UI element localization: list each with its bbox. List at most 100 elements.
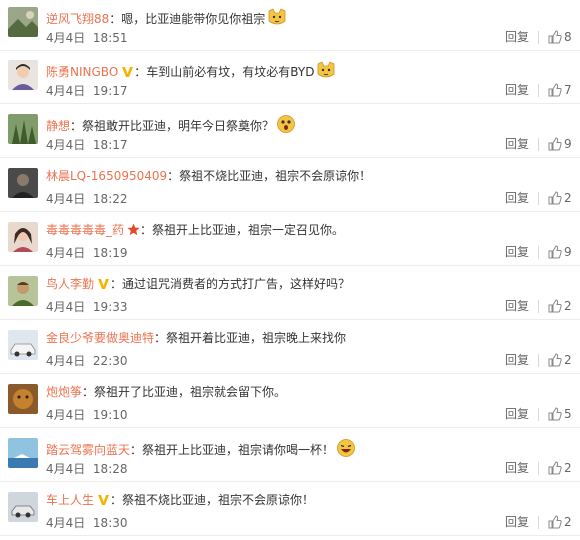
like-button[interactable]: 7 (548, 82, 572, 98)
comment-row: 陈勇NINGBO ：车到山前必有坟，有坟必有BYD 4月4日 19:17 回复 7 (0, 53, 580, 104)
username[interactable]: 林晨LQ-1650950409 (46, 169, 167, 183)
comment-time: 18:51 (92, 31, 128, 45)
comment-text: 祭祖不烧比亚迪，祖宗不会原谅你！ (122, 493, 315, 507)
cat-face-emoji-icon (316, 60, 336, 84)
like-button[interactable]: 2 (548, 298, 572, 314)
divider (538, 516, 539, 529)
comment-time: 19:33 (92, 300, 128, 314)
avatar[interactable] (8, 384, 38, 414)
like-button[interactable]: 9 (548, 136, 572, 152)
comment-text: 祭祖不烧比亚迪，祖宗不会原谅你！ (179, 169, 372, 183)
avatar[interactable] (8, 438, 38, 468)
divider (538, 300, 539, 313)
reply-button[interactable]: 回复 (505, 353, 529, 367)
like-button[interactable]: 2 (548, 514, 572, 530)
divider (538, 84, 539, 97)
username[interactable]: 踏云驾雾向蓝天 (46, 443, 130, 457)
thumbs-up-icon (548, 83, 562, 97)
comment-row: 金良少爷要做奥迪特：祭祖开着比亚迪，祖宗晚上来找你 4月4日 22:30 回复 … (0, 323, 580, 374)
comment-list: 逆风飞翔88：嗯，比亚迪能带你见你祖宗 4月4日 18:51 回复 8 陈勇NI… (0, 0, 580, 540)
comment-text: 车到山前必有坟，有坟必有BYD (146, 65, 315, 79)
vip-badge-icon (97, 277, 110, 294)
divider (538, 462, 539, 475)
thumbs-up-icon (548, 137, 562, 151)
comment-row: 踏云驾雾向蓝天：祭祖开上比亚迪，祖宗请你喝一杯！ 4月4日 18:28 回复 2 (0, 431, 580, 482)
comment-date: 4月4日 (46, 192, 86, 206)
comment-date: 4月4日 (46, 31, 86, 45)
vip-badge-icon (97, 493, 110, 510)
avatar[interactable] (8, 330, 38, 360)
like-count: 2 (564, 299, 572, 313)
thumbs-up-icon (548, 299, 562, 313)
avatar[interactable] (8, 492, 38, 522)
comment-text: 祭祖敢开比亚迪，明年今日祭奠你？ (82, 119, 275, 133)
like-count: 2 (564, 461, 572, 475)
comment-row: 逆风飞翔88：嗯，比亚迪能带你见你祖宗 4月4日 18:51 回复 8 (0, 0, 580, 51)
thumbs-up-icon (548, 515, 562, 529)
comment-date: 4月4日 (46, 138, 86, 152)
comment-date: 4月4日 (46, 84, 86, 98)
comment-date: 4月4日 (46, 462, 86, 476)
comment-time: 18:30 (92, 516, 128, 530)
comment-date: 4月4日 (46, 516, 86, 530)
username[interactable]: 逆风飞翔88 (46, 12, 109, 26)
username[interactable]: 金良少爷要做奥迪特 (46, 331, 154, 345)
comment-text: 祭祖开上比亚迪，祖宗请你喝一杯！ (142, 443, 335, 457)
reply-button[interactable]: 回复 (505, 30, 529, 44)
reply-button[interactable]: 回复 (505, 191, 529, 205)
thumbs-up-icon (548, 461, 562, 475)
cat-face-emoji-icon (267, 7, 287, 31)
reply-button[interactable]: 回复 (505, 245, 529, 259)
like-count: 9 (564, 245, 572, 259)
comment-text: 嗯，比亚迪能带你见你祖宗 (121, 12, 266, 26)
reply-button[interactable]: 回复 (505, 515, 529, 529)
like-button[interactable]: 2 (548, 460, 572, 476)
like-button[interactable]: 5 (548, 406, 572, 422)
reply-button[interactable]: 回复 (505, 299, 529, 313)
comment-row: 林晨LQ-1650950409：祭祖不烧比亚迪，祖宗不会原谅你！ 4月4日 18… (0, 161, 580, 212)
reply-button[interactable]: 回复 (505, 461, 529, 475)
username[interactable]: 鸟人李勤 (46, 277, 94, 291)
username[interactable]: 陈勇NINGBO (46, 65, 118, 79)
avatar[interactable] (8, 60, 38, 90)
like-button[interactable]: 2 (548, 190, 572, 206)
comment-time: 18:17 (92, 138, 128, 152)
comment-text: 祭祖开着比亚迪，祖宗晚上来找你 (166, 331, 347, 345)
like-button[interactable]: 2 (548, 352, 572, 368)
comment-text: 祭祖开上比亚迪，祖宗一定召见你。 (152, 223, 345, 237)
like-count: 2 (564, 515, 572, 529)
avatar[interactable] (8, 7, 38, 37)
comment-date: 4月4日 (46, 300, 86, 314)
username[interactable]: 静想 (46, 119, 70, 133)
like-count: 8 (564, 30, 572, 44)
avatar[interactable] (8, 276, 38, 306)
avatar[interactable] (8, 114, 38, 144)
divider (538, 192, 539, 205)
comment-row: 静想：祭祖敢开比亚迪，明年今日祭奠你？ 4月4日 18:17 回复 9 (0, 107, 580, 158)
comment-time: 22:30 (92, 354, 128, 368)
username[interactable]: 车上人生 (46, 493, 94, 507)
comment-time: 19:17 (92, 84, 128, 98)
comment-time: 18:22 (92, 192, 128, 206)
divider (538, 31, 539, 44)
like-button[interactable]: 8 (548, 29, 572, 45)
like-count: 9 (564, 137, 572, 151)
thumbs-up-icon (548, 353, 562, 367)
username[interactable]: 炮炮筝 (46, 385, 82, 399)
avatar[interactable] (8, 168, 38, 198)
comment-date: 4月4日 (46, 246, 86, 260)
comment-time: 18:28 (92, 462, 128, 476)
reply-button[interactable]: 回复 (505, 407, 529, 421)
comment-row: 毒毒毒毒毒_药 ：祭祖开上比亚迪，祖宗一定召见你。 4月4日 18:19 回复 9 (0, 215, 580, 266)
like-count: 5 (564, 407, 572, 421)
laughing-face-emoji-icon (336, 438, 356, 462)
reply-button[interactable]: 回复 (505, 137, 529, 151)
avatar[interactable] (8, 222, 38, 252)
thumbs-up-icon (548, 245, 562, 259)
like-button[interactable]: 9 (548, 244, 572, 260)
like-count: 2 (564, 353, 572, 367)
reply-button[interactable]: 回复 (505, 83, 529, 97)
thumbs-up-icon (548, 191, 562, 205)
username[interactable]: 毒毒毒毒毒_药 (46, 223, 124, 237)
star-badge-icon (127, 223, 140, 240)
